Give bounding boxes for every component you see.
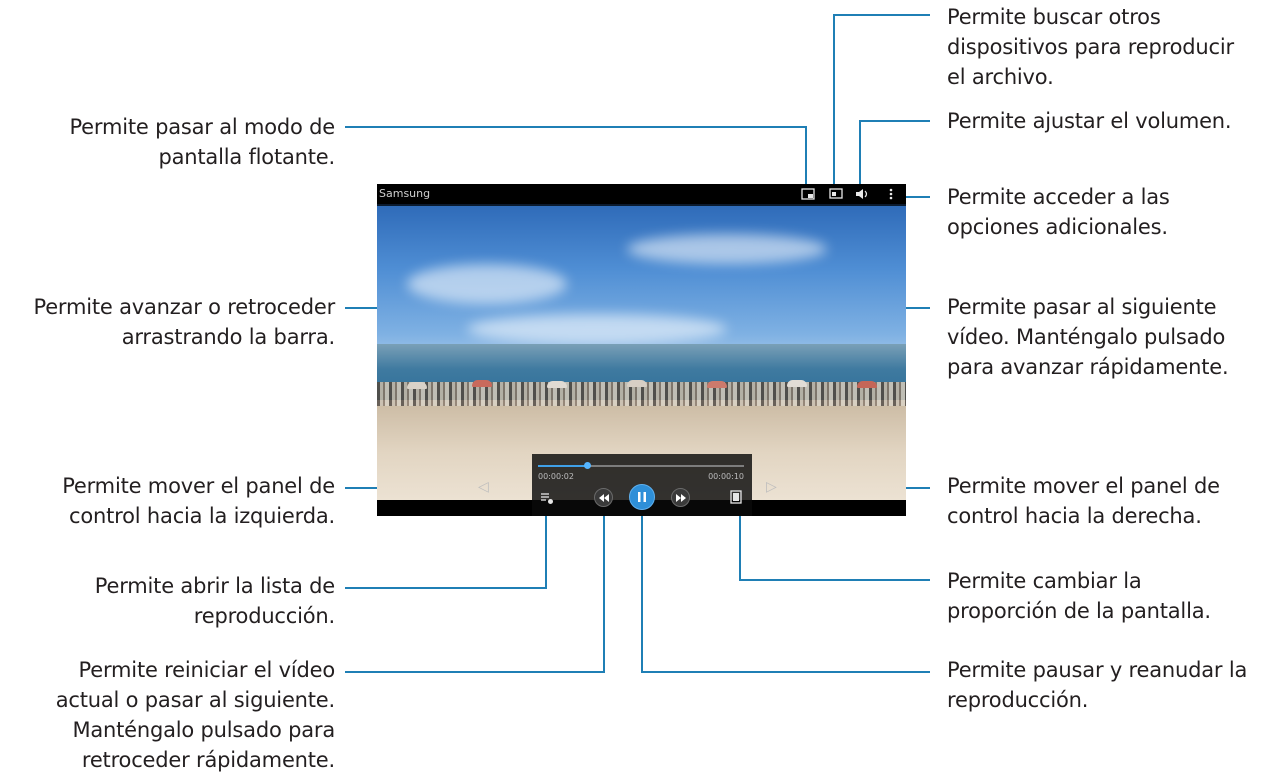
pip-icon[interactable] (801, 188, 815, 203)
line-play-pause (641, 506, 930, 673)
video-player-screen: Samsung ◁ ▷ 00:00:02 00:00:10 (377, 184, 906, 516)
control-panel: 00:00:02 00:00:10 (532, 454, 752, 516)
seek-progress (538, 465, 588, 467)
playlist-icon[interactable] (540, 490, 554, 509)
rewind-icon[interactable] (594, 488, 613, 507)
note-more-options: Permite acceder a las opciones adicionale… (947, 185, 1170, 239)
note-seek-bar: Permite avanzar o retroceder arrastrando … (33, 295, 335, 349)
line-floating (345, 126, 807, 190)
note-panel-right: Permite mover el panel de control hacia l… (947, 474, 1220, 528)
total-time: 00:00:10 (708, 472, 744, 481)
more-vertical-icon[interactable] (889, 188, 893, 203)
note-floating-mode: Permite pasar al modo de pantalla flotant… (69, 115, 335, 169)
note-playlist: Permite abrir la lista de reproducción. (94, 574, 335, 628)
video-title: Samsung (379, 187, 431, 200)
aspect-ratio-icon[interactable] (730, 489, 742, 508)
screen-mirror-icon[interactable] (829, 188, 843, 203)
speaker-icon[interactable] (855, 188, 871, 203)
pause-icon[interactable] (629, 484, 655, 510)
note-play-pause: Permite pausar y reanudar la reproducción… (947, 658, 1248, 712)
line-ratio (739, 508, 930, 581)
note-devices: Permite buscar otros dispositivos para re… (947, 5, 1234, 89)
triangle-left-icon[interactable]: ◁ (478, 479, 489, 495)
top-bar: Samsung (377, 184, 906, 206)
note-previous: Permite reiniciar el vídeo actual o pasar… (55, 658, 335, 772)
note-aspect-ratio: Permite cambiar la proporción de la panta… (947, 569, 1211, 623)
current-time: 00:00:02 (538, 472, 574, 481)
line-playlist (345, 510, 547, 589)
note-next: Permite pasar al siguiente vídeo. Manténg… (947, 295, 1229, 379)
note-volume: Permite ajustar el volumen. (947, 109, 1232, 133)
line-devices (833, 14, 930, 190)
seek-thumb[interactable] (584, 462, 592, 469)
fast-forward-icon[interactable] (671, 488, 690, 507)
line-volume (859, 120, 930, 190)
video-player-guide: Permite pasar al modo de pantalla flotant… (0, 0, 1282, 780)
triangle-right-icon[interactable]: ▷ (766, 479, 777, 495)
seek-bar[interactable] (538, 462, 744, 469)
note-panel-left: Permite mover el panel de control hacia l… (62, 474, 335, 528)
